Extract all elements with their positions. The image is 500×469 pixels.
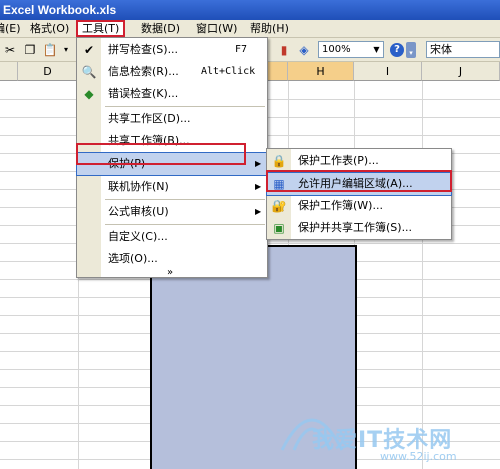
- help-icon[interactable]: ?: [390, 43, 404, 57]
- menu-item-research[interactable]: 🔍 信息检索(R)... Alt+Click: [77, 61, 267, 83]
- menu-data[interactable]: 数据(D): [137, 21, 184, 37]
- zoom-value: 100%: [322, 44, 351, 55]
- submenu-arrow-icon: ▶: [255, 207, 262, 216]
- menu-edit[interactable]: 编(E): [0, 21, 25, 37]
- protect-workbook-icon: 🔐: [271, 199, 287, 213]
- font-value: 宋体: [430, 43, 452, 56]
- menu-item-allow-edit-ranges[interactable]: ▦ 允许用户编辑区域(A)...: [266, 172, 452, 196]
- tools-menu: ✔ 拼写检查(S)... F7 🔍 信息检索(R)... Alt+Click ◆…: [76, 37, 268, 278]
- submenu-arrow-icon: ▶: [255, 182, 262, 191]
- chart-icon[interactable]: ▮: [276, 42, 292, 58]
- copy-icon[interactable]: ❐: [22, 42, 38, 58]
- menu-separator: [105, 199, 265, 200]
- window-title-bar: Excel Workbook.xls: [0, 0, 500, 20]
- spellcheck-icon: ✔: [83, 43, 95, 57]
- menu-item-error-check[interactable]: ◆ 错误检查(K)...: [77, 83, 267, 105]
- protect-sheet-icon: 🔒: [271, 154, 287, 168]
- toolbar-options-icon[interactable]: ▾: [406, 42, 416, 58]
- column-header-i[interactable]: I: [354, 62, 422, 81]
- grid-line: [422, 81, 423, 469]
- column-header-h[interactable]: H: [288, 62, 354, 81]
- paste-icon[interactable]: 📋: [42, 42, 58, 58]
- submenu-arrow-icon: ▶: [255, 159, 262, 168]
- column-header-j[interactable]: J: [422, 62, 500, 81]
- font-select[interactable]: 宋体: [426, 41, 500, 58]
- menu-expand[interactable]: »: [77, 267, 267, 279]
- corner-select-all[interactable]: [0, 62, 18, 81]
- menu-help[interactable]: 帮助(H): [246, 21, 293, 37]
- research-icon: 🔍: [81, 65, 97, 79]
- menu-bar: 编(E) 格式(O) 工具(T) 数据(D) 窗口(W) 帮助(H): [0, 20, 500, 38]
- column-header-d[interactable]: D: [18, 62, 78, 81]
- menu-format[interactable]: 格式(O): [26, 21, 73, 37]
- protection-submenu: 🔒 保护工作表(P)... ▦ 允许用户编辑区域(A)... 🔐 保护工作簿(W…: [266, 148, 452, 240]
- window-title: Excel Workbook.xls: [3, 3, 117, 17]
- menu-item-share-workbook[interactable]: 共享工作簿(B)...: [77, 130, 267, 152]
- error-check-icon: ◆: [84, 87, 94, 101]
- menu-window[interactable]: 窗口(W): [192, 21, 241, 37]
- menu-item-spelling[interactable]: ✔ 拼写检查(S)... F7: [77, 39, 267, 61]
- menu-shortcut: Alt+Click: [201, 66, 256, 77]
- cut-icon[interactable]: ✂: [2, 42, 18, 58]
- zoom-dropdown-icon[interactable]: ▼: [371, 43, 382, 56]
- protect-share-icon: ▣: [273, 221, 285, 235]
- chevron-down-icon: »: [167, 267, 174, 278]
- menu-shortcut: F7: [235, 44, 248, 55]
- paste-dropdown-icon[interactable]: ▾: [58, 42, 74, 58]
- menu-item-customize[interactable]: 自定义(C)...: [77, 226, 267, 248]
- edit-ranges-icon: ▦: [273, 177, 285, 191]
- menu-separator: [105, 224, 265, 225]
- drawing-icon[interactable]: ◈: [296, 42, 312, 58]
- menu-item-online-collaboration[interactable]: 联机协作(N) ▶: [77, 176, 267, 198]
- zoom-select[interactable]: 100% ▼: [318, 41, 384, 58]
- menu-separator: [105, 106, 265, 107]
- menu-tools[interactable]: 工具(T): [76, 20, 126, 37]
- menu-item-protect-sheet[interactable]: 🔒 保护工作表(P)...: [267, 150, 451, 172]
- menu-item-protection[interactable]: 保护(P) ▶: [76, 152, 268, 176]
- menu-item-formula-auditing[interactable]: 公式审核(U) ▶: [77, 201, 267, 223]
- menu-item-protect-and-share[interactable]: ▣ 保护并共享工作簿(S)...: [267, 217, 451, 239]
- menu-item-protect-workbook[interactable]: 🔐 保护工作簿(W)...: [267, 195, 451, 217]
- menu-item-shared-workspace[interactable]: 共享工作区(D)...: [77, 108, 267, 130]
